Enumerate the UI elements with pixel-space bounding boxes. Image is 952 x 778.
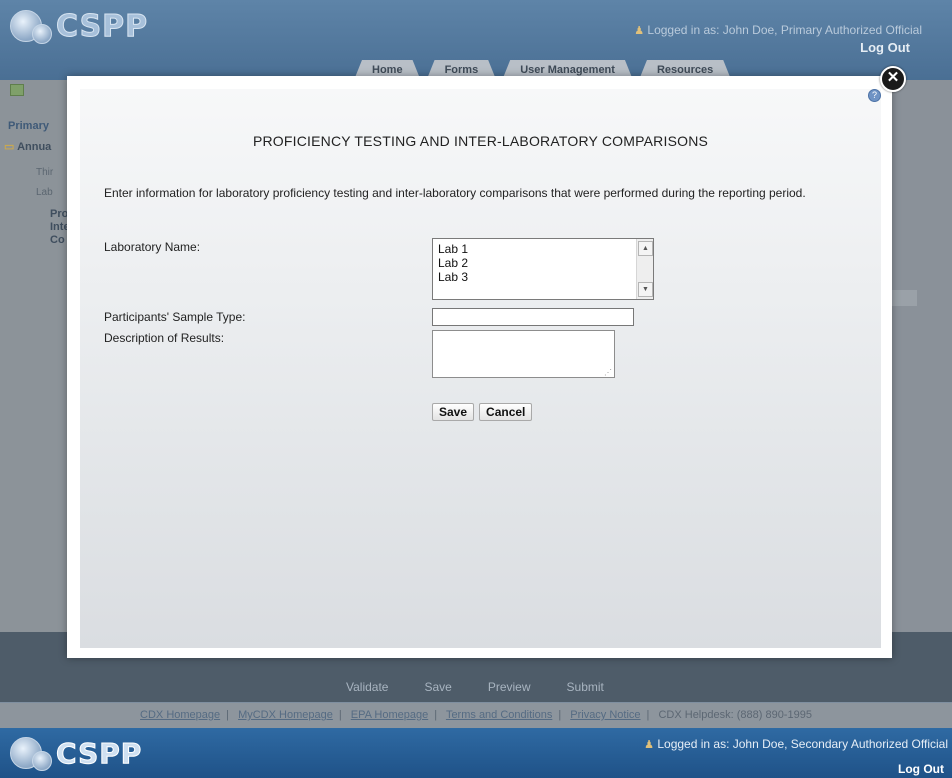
user-icon: ♟ bbox=[634, 25, 645, 37]
link-epa-homepage[interactable]: EPA Homepage bbox=[351, 709, 428, 721]
logout-link-secondary[interactable]: Log Out bbox=[898, 762, 944, 776]
sidebar-heading: Primary bbox=[8, 120, 49, 132]
helpdesk-text: CDX Helpdesk: (888) 890-1995 bbox=[658, 709, 812, 721]
logged-in-status-secondary: ♟ Logged in as: John Doe, Secondary Auth… bbox=[644, 737, 948, 751]
sample-type-label: Participants' Sample Type: bbox=[104, 310, 246, 324]
scroll-down-icon[interactable]: ▼ bbox=[638, 282, 653, 297]
sample-type-input[interactable] bbox=[432, 308, 634, 326]
resize-grip-icon[interactable]: ⋰ bbox=[604, 368, 612, 377]
logo-globe-small-icon bbox=[32, 24, 52, 44]
cancel-button[interactable]: Cancel bbox=[479, 403, 533, 421]
logout-link[interactable]: Log Out bbox=[860, 40, 910, 55]
laboratory-name-listbox[interactable]: Lab 1 Lab 2 Lab 3 ▲ ▼ bbox=[432, 238, 654, 300]
brand-name: CSPP bbox=[55, 736, 143, 770]
secondary-header: CSPP ♟ Logged in as: John Doe, Secondary… bbox=[0, 728, 952, 778]
sidebar-item-lab[interactable]: Lab bbox=[36, 187, 53, 198]
sidebar-item-annual[interactable]: ▭ Annua bbox=[4, 140, 51, 153]
description-textarea[interactable]: ⋰ bbox=[432, 330, 615, 378]
user-icon: ♟ bbox=[644, 739, 655, 751]
link-cdx-homepage[interactable]: CDX Homepage bbox=[140, 709, 220, 721]
link-terms[interactable]: Terms and Conditions bbox=[446, 709, 552, 721]
description-label: Description of Results: bbox=[104, 331, 225, 345]
modal-title: PROFICIENCY TESTING AND INTER-LABORATORY… bbox=[252, 133, 709, 149]
list-option[interactable]: Lab 3 bbox=[438, 270, 468, 284]
close-icon[interactable]: ✕ bbox=[880, 66, 906, 92]
submit-button[interactable]: Submit bbox=[567, 680, 604, 694]
footer-actions: Validate Save Preview Submit bbox=[346, 680, 604, 694]
modal-instructions: Enter information for laboratory profici… bbox=[104, 186, 806, 200]
sidebar-item-comparisons: Co bbox=[50, 234, 65, 246]
footer-save-button[interactable]: Save bbox=[424, 680, 451, 694]
sidebar-item-third[interactable]: Thir bbox=[36, 167, 53, 178]
help-icon[interactable]: ? bbox=[868, 89, 881, 102]
cspp-logo: CSPP bbox=[10, 8, 148, 44]
laboratory-name-label: Laboratory Name: bbox=[104, 240, 201, 254]
tree-icon bbox=[10, 84, 24, 96]
link-mycdx-homepage[interactable]: MyCDX Homepage bbox=[238, 709, 333, 721]
logged-in-status: ♟ Logged in as: John Doe, Primary Author… bbox=[634, 23, 922, 37]
link-privacy[interactable]: Privacy Notice bbox=[570, 709, 640, 721]
scroll-up-icon[interactable]: ▲ bbox=[638, 241, 653, 256]
logged-in-text: Logged in as: John Doe, Primary Authoriz… bbox=[647, 23, 922, 37]
listbox-scrollbar[interactable]: ▲ ▼ bbox=[636, 239, 653, 299]
logo-globe-small-icon bbox=[32, 751, 52, 771]
sidebar-item-proficiency[interactable]: Pro bbox=[50, 208, 68, 220]
brand-name: CSPP bbox=[55, 8, 149, 44]
logged-in-text: Logged in as: John Doe, Secondary Author… bbox=[657, 737, 948, 751]
folder-icon: ▭ bbox=[4, 141, 15, 153]
preview-button[interactable]: Preview bbox=[488, 680, 531, 694]
modal-actions: Save Cancel bbox=[432, 403, 533, 421]
list-option[interactable]: Lab 1 bbox=[438, 242, 468, 256]
save-button[interactable]: Save bbox=[432, 403, 475, 421]
footer-links: CDX Homepage | MyCDX Homepage | EPA Homepa… bbox=[0, 703, 952, 728]
validate-button[interactable]: Validate bbox=[346, 680, 388, 694]
list-option[interactable]: Lab 2 bbox=[438, 256, 468, 270]
cspp-logo-secondary: CSPP bbox=[10, 735, 142, 771]
